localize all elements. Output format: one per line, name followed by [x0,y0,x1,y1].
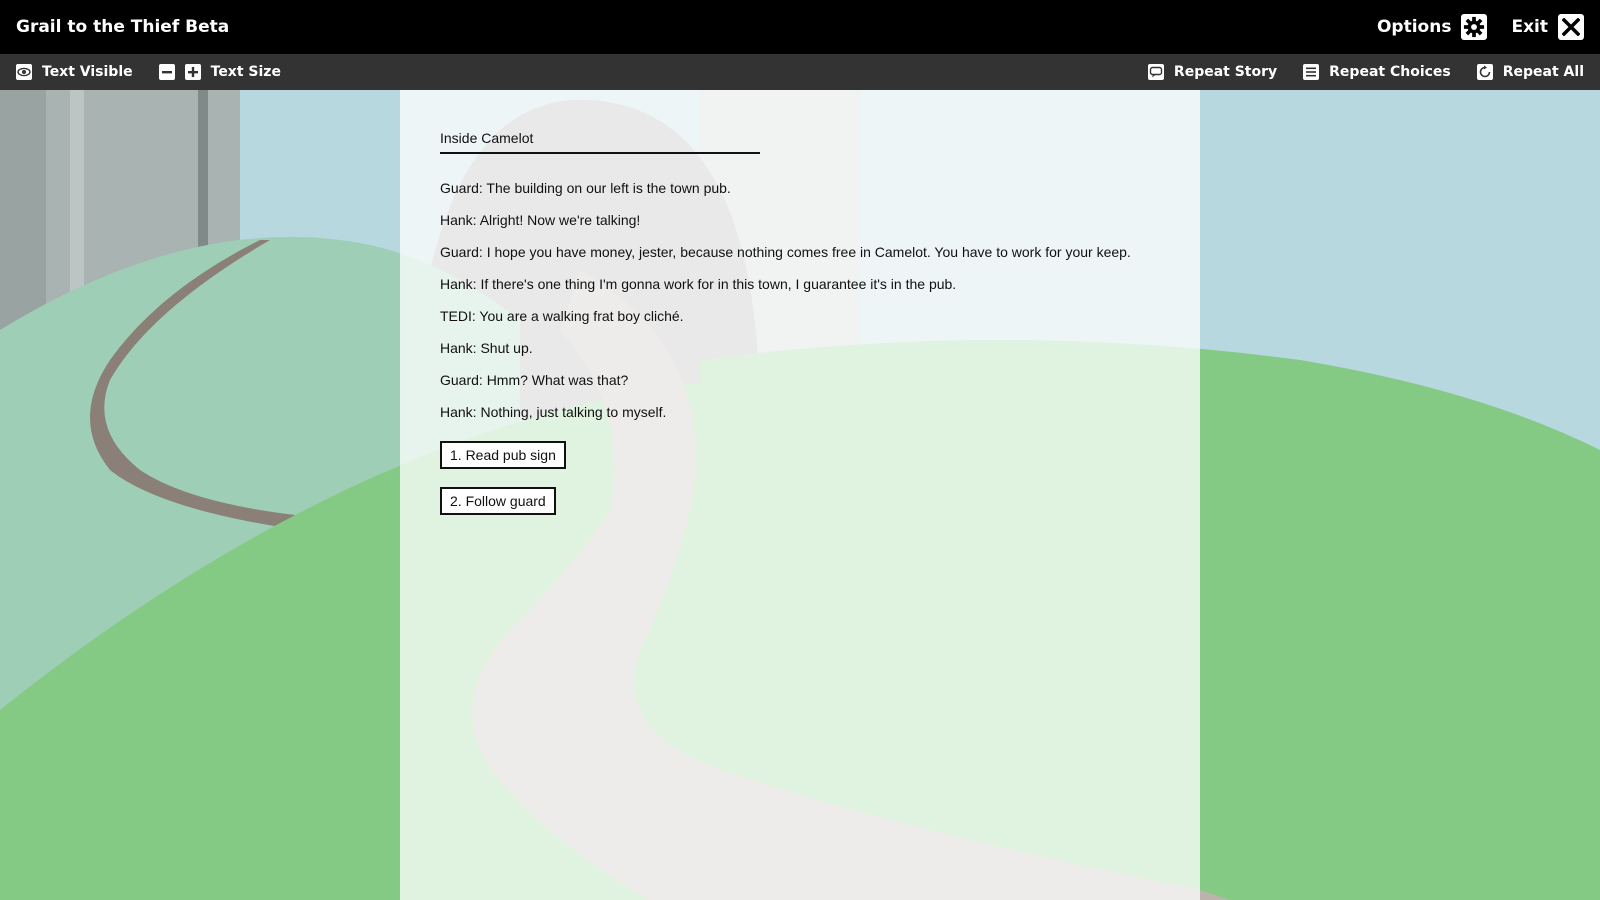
gear-icon [1461,14,1488,40]
exit-label: Exit [1511,17,1548,37]
minus-icon [158,64,175,80]
story-line: Guard: I hope you have money, jester, be… [440,244,1131,260]
choice-list: 1. Read pub sign 2. Follow guard [440,441,1160,533]
text-visible-button[interactable]: Text Visible [16,64,133,80]
story-line: TEDI: You are a walking frat boy cliché. [440,308,684,324]
title-bar-actions: Options Exit [1353,14,1584,40]
choice-follow-guard-button[interactable]: 2. Follow guard [440,487,556,515]
text-visible-label: Text Visible [42,64,133,80]
toolbar-left: Text Visible Text Size [16,64,281,80]
story-line: Guard: The building on our left is the t… [440,180,731,196]
repeat-all-label: Repeat All [1502,64,1584,80]
speech-bubble-icon [1147,64,1164,80]
scene-title: Inside Camelot [440,130,760,154]
repeat-all-button[interactable]: Repeat All [1476,64,1584,80]
story-line: Guard: Hmm? What was that? [440,372,629,388]
text-size-increase-button[interactable]: Text Size [184,64,281,80]
choice-row: 1. Read pub sign [440,441,1160,487]
game-title: Grail to the Thief Beta [16,17,230,37]
list-icon [1303,64,1320,80]
repeat-story-label: Repeat Story [1173,64,1278,80]
toolbar-right: Repeat Story Repeat Choices Repeat All [1147,64,1584,80]
repeat-story-button[interactable]: Repeat Story [1147,64,1278,80]
story-line: Hank: Shut up. [440,340,533,356]
title-bar: Grail to the Thief Beta Options Exit [0,0,1600,54]
replay-icon [1476,64,1493,80]
choice-row: 2. Follow guard [440,487,1160,533]
eye-icon [16,64,32,80]
text-size-label: Text Size [210,64,281,80]
repeat-choices-button[interactable]: Repeat Choices [1303,64,1451,80]
story-line: Hank: Nothing, just talking to myself. [440,404,667,420]
plus-icon [184,64,201,80]
options-button[interactable]: Options [1376,14,1488,40]
repeat-choices-label: Repeat Choices [1329,64,1451,80]
story-line: Hank: If there's one thing I'm gonna wor… [440,276,957,292]
exit-button[interactable]: Exit [1511,14,1584,40]
toolbar: Text Visible Text Size Repeat Story Repe… [0,54,1600,90]
story-panel: Inside Camelot Guard: The building on ou… [400,90,1200,900]
choice-read-pub-sign-button[interactable]: 1. Read pub sign [440,441,566,469]
options-label: Options [1376,17,1452,37]
close-icon [1558,14,1584,40]
game-window: Grail to the Thief Beta Options Exit Tex… [0,0,1600,900]
story-line: Hank: Alright! Now we're talking! [440,212,641,228]
text-size-decrease-button[interactable] [158,64,175,80]
